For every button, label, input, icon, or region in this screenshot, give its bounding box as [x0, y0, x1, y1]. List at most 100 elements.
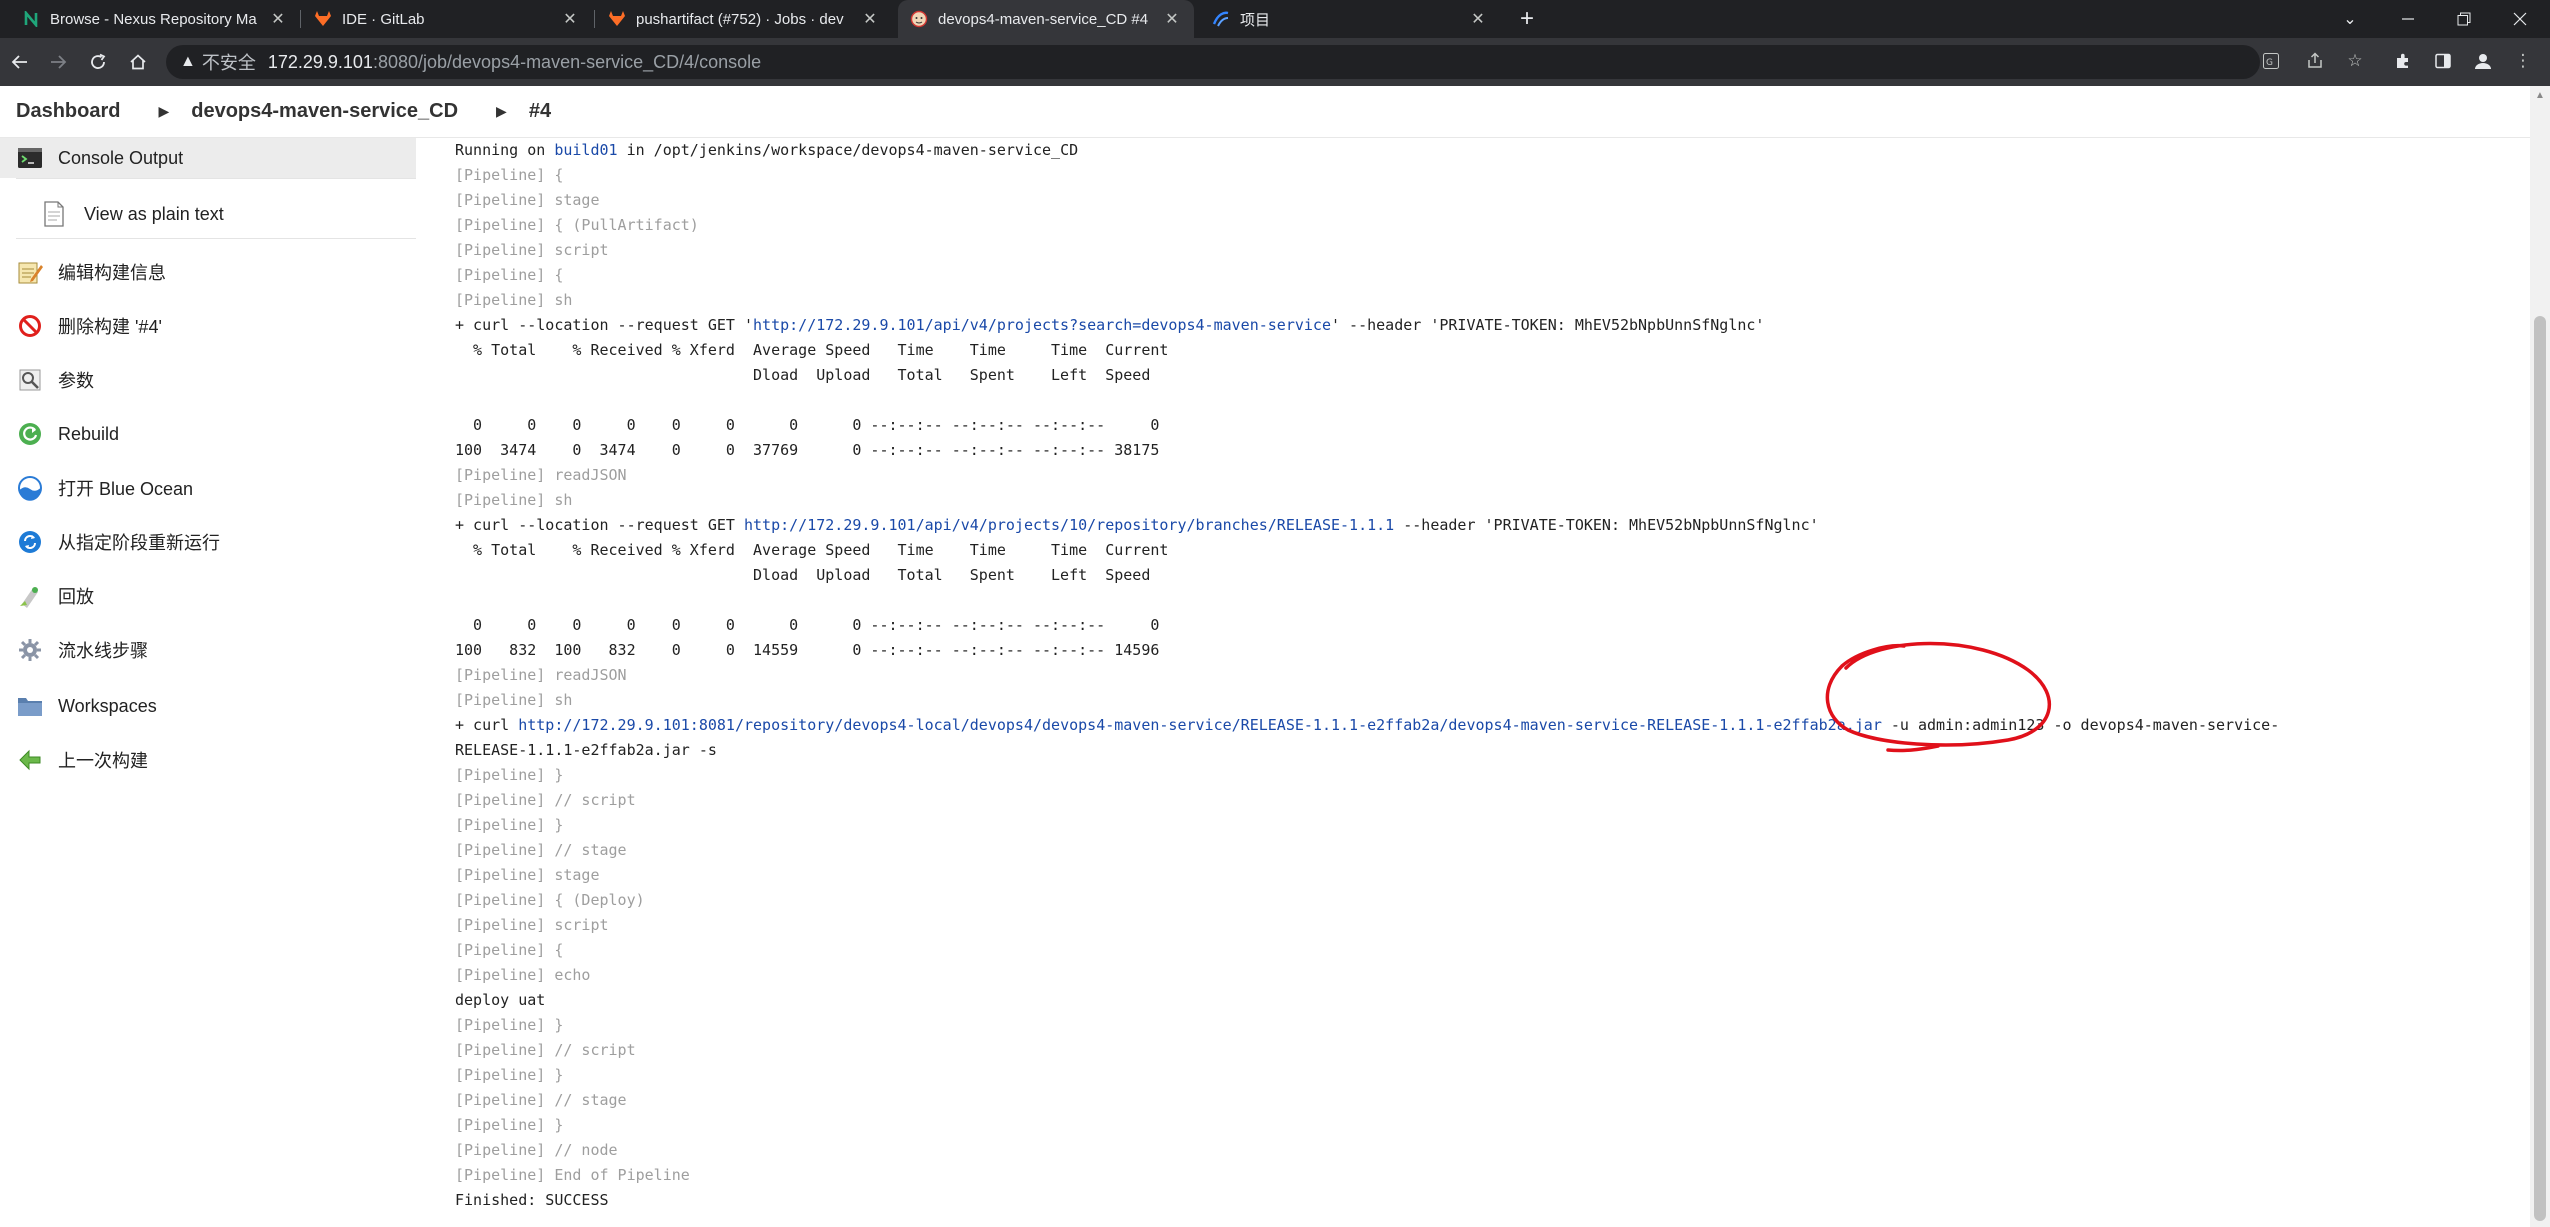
sidebar-item-parameters[interactable]: 参数: [0, 360, 416, 400]
console-line: 0 0 0 0 0 0 0 0 --:--:-- --:--:-- --:--:…: [455, 613, 1159, 638]
breadcrumb-build[interactable]: #4: [529, 100, 551, 123]
close-tab-icon[interactable]: ✕: [1162, 9, 1182, 29]
close-tab-icon[interactable]: ✕: [1468, 9, 1488, 29]
bookmark-star-icon[interactable]: ☆: [2340, 46, 2370, 76]
pipeline-steps-icon: [16, 636, 44, 664]
console-line: + curl --location --request GET 'http://…: [455, 313, 1764, 338]
sidebar-item-previous-build[interactable]: 上一次构建: [0, 740, 416, 780]
tab-title: Browse - Nexus Repository Ma: [50, 10, 257, 28]
sidebar-item-view-plain-text[interactable]: View as plain text: [0, 194, 416, 234]
tab-separator: [594, 10, 595, 28]
sidebar-divider: [16, 238, 416, 239]
breadcrumb: Dashboard ▶ devops4-maven-service_CD ▶ #…: [0, 86, 2550, 138]
sidebar-item-rebuild[interactable]: Rebuild: [0, 414, 416, 454]
gitlab-icon: [314, 10, 332, 28]
console-text: [Pipeline] }: [455, 1116, 564, 1134]
tab-title: devops4-maven-service_CD #4: [938, 10, 1149, 28]
console-pipeline-line: [Pipeline] {: [455, 938, 563, 963]
sidebar-item-replay[interactable]: 回放: [0, 576, 416, 616]
sidebar-item-edit-build-info[interactable]: 编辑构建信息: [0, 252, 416, 292]
breadcrumb-chevron-icon[interactable]: ▶: [158, 103, 169, 120]
menu-kebab-icon[interactable]: ⋮: [2508, 46, 2538, 76]
console-text: RELEASE-1.1.1-e2ffab2a.jar -s: [455, 741, 717, 759]
console-pipeline-line: [Pipeline] }: [455, 1063, 563, 1088]
delete-icon: [16, 312, 44, 340]
address-bar[interactable]: ▲ 不安全 172.29.9.101:8080/job/devops4-mave…: [166, 45, 2260, 79]
browser-tab-jenkins[interactable]: devops4-maven-service_CD #4 ✕: [898, 0, 1194, 38]
reload-icon[interactable]: [82, 46, 114, 78]
sidebar-item-delete-build[interactable]: 删除构建 '#4': [0, 306, 416, 346]
page-scrollbar[interactable]: ▲: [2530, 86, 2550, 1227]
close-tab-icon[interactable]: ✕: [860, 9, 880, 29]
console-text: + curl: [455, 716, 519, 734]
tab-search-icon[interactable]: ⌄: [2328, 0, 2372, 38]
browser-tab-gitlab-ide[interactable]: IDE · GitLab ✕: [302, 0, 592, 38]
console-text: [Pipeline] script: [455, 916, 609, 934]
console-pipeline-line: [Pipeline] // stage: [455, 838, 627, 863]
close-tab-icon[interactable]: ✕: [268, 9, 288, 29]
close-tab-icon[interactable]: ✕: [560, 9, 580, 29]
warning-icon: ▲: [180, 53, 196, 70]
browser-toolbar: ▲ 不安全 172.29.9.101:8080/job/devops4-mave…: [0, 38, 2550, 86]
console-pipeline-line: [Pipeline] script: [455, 238, 609, 263]
browser-tab-nexus[interactable]: Browse - Nexus Repository Ma ✕: [10, 0, 300, 38]
browser-tab-kubesphere[interactable]: 项目 ✕: [1200, 0, 1500, 38]
console-text: --header 'PRIVATE-TOKEN: MhEV52bNpbUnnSf…: [1394, 516, 1819, 534]
breadcrumb-job[interactable]: devops4-maven-service_CD: [191, 100, 458, 123]
minimize-icon[interactable]: [2386, 0, 2430, 38]
side-panel-icon[interactable]: [2428, 46, 2458, 76]
sidebar-item-workspaces[interactable]: Workspaces: [0, 686, 416, 726]
console-link[interactable]: build01: [554, 141, 617, 159]
extensions-icon[interactable]: [2388, 46, 2418, 76]
profile-avatar-icon[interactable]: [2468, 46, 2498, 76]
console-text: [Pipeline] // script: [455, 791, 636, 809]
sidebar-item-console-output[interactable]: Console Output: [0, 138, 416, 178]
breadcrumb-dashboard[interactable]: Dashboard: [16, 100, 120, 123]
console-link[interactable]: http://172.29.9.101:8081/repository/devo…: [518, 716, 1882, 734]
share-icon[interactable]: [2300, 46, 2330, 76]
console-text: % Total % Received % Xferd Average Speed…: [455, 341, 1169, 359]
sidebar-item-label: Rebuild: [58, 423, 120, 444]
console-text: [Pipeline] }: [455, 1016, 564, 1034]
folder-icon: [16, 692, 44, 720]
translate-icon[interactable]: G: [2256, 46, 2286, 76]
tab-title: 项目: [1240, 11, 1271, 29]
restore-icon[interactable]: [2442, 0, 2486, 38]
back-icon[interactable]: [4, 46, 36, 78]
blue-ocean-icon: [16, 474, 44, 502]
console-link[interactable]: http://172.29.9.101/api/v4/projects?sear…: [753, 316, 1331, 334]
previous-build-icon: [16, 746, 44, 774]
forward-icon[interactable]: [42, 46, 74, 78]
sidebar-item-pipeline-steps[interactable]: 流水线步骤: [0, 630, 416, 670]
console-pipeline-line: [Pipeline] { (PullArtifact): [455, 213, 699, 238]
console-text: [Pipeline] readJSON: [455, 666, 627, 684]
console-text: [Pipeline] }: [455, 766, 564, 784]
sidebar-item-label: Workspaces: [58, 695, 157, 716]
console-text: Running on: [455, 141, 555, 159]
sidebar-item-restart-from-stage[interactable]: 从指定阶段重新运行: [0, 522, 416, 562]
console-pipeline-line: [Pipeline] // stage: [455, 1088, 627, 1113]
rebuild-icon: [16, 420, 44, 448]
breadcrumb-chevron-icon[interactable]: ▶: [496, 103, 507, 120]
new-tab-button[interactable]: +: [1512, 4, 1542, 34]
console-pipeline-line: [Pipeline] // script: [455, 1038, 636, 1063]
browser-tab-gitlab-jobs[interactable]: pushartifact (#752) · Jobs · dev ✕: [596, 0, 892, 38]
sidebar-item-label: 打开 Blue Ocean: [58, 479, 194, 499]
tab-title: pushartifact (#752) · Jobs · dev: [636, 10, 844, 28]
nexus-icon: [22, 10, 40, 28]
close-window-icon[interactable]: [2498, 0, 2542, 38]
console-pipeline-line: [Pipeline] {: [455, 163, 563, 188]
kubesphere-icon: [1212, 10, 1230, 28]
console-line: + curl http://172.29.9.101:8081/reposito…: [455, 713, 2279, 738]
console-text: ' --header 'PRIVATE-TOKEN: MhEV52bNpbUnn…: [1330, 316, 1765, 334]
home-icon[interactable]: [122, 46, 154, 78]
sidebar-item-label: 回放: [58, 587, 94, 607]
console-text: 0 0 0 0 0 0 0 0 --:--:-- --:--:-- --:--:…: [455, 416, 1160, 434]
sidebar-item-blue-ocean[interactable]: 打开 Blue Ocean: [0, 468, 416, 508]
scroll-up-icon[interactable]: ▲: [2530, 86, 2550, 104]
scrollbar-thumb[interactable]: [2534, 316, 2546, 1221]
notepad-icon: [16, 258, 44, 286]
console-link[interactable]: http://172.29.9.101/api/v4/projects/10/r…: [744, 516, 1394, 534]
console-line: RELEASE-1.1.1-e2ffab2a.jar -s: [455, 738, 717, 763]
console-pipeline-line: [Pipeline] }: [455, 1013, 563, 1038]
